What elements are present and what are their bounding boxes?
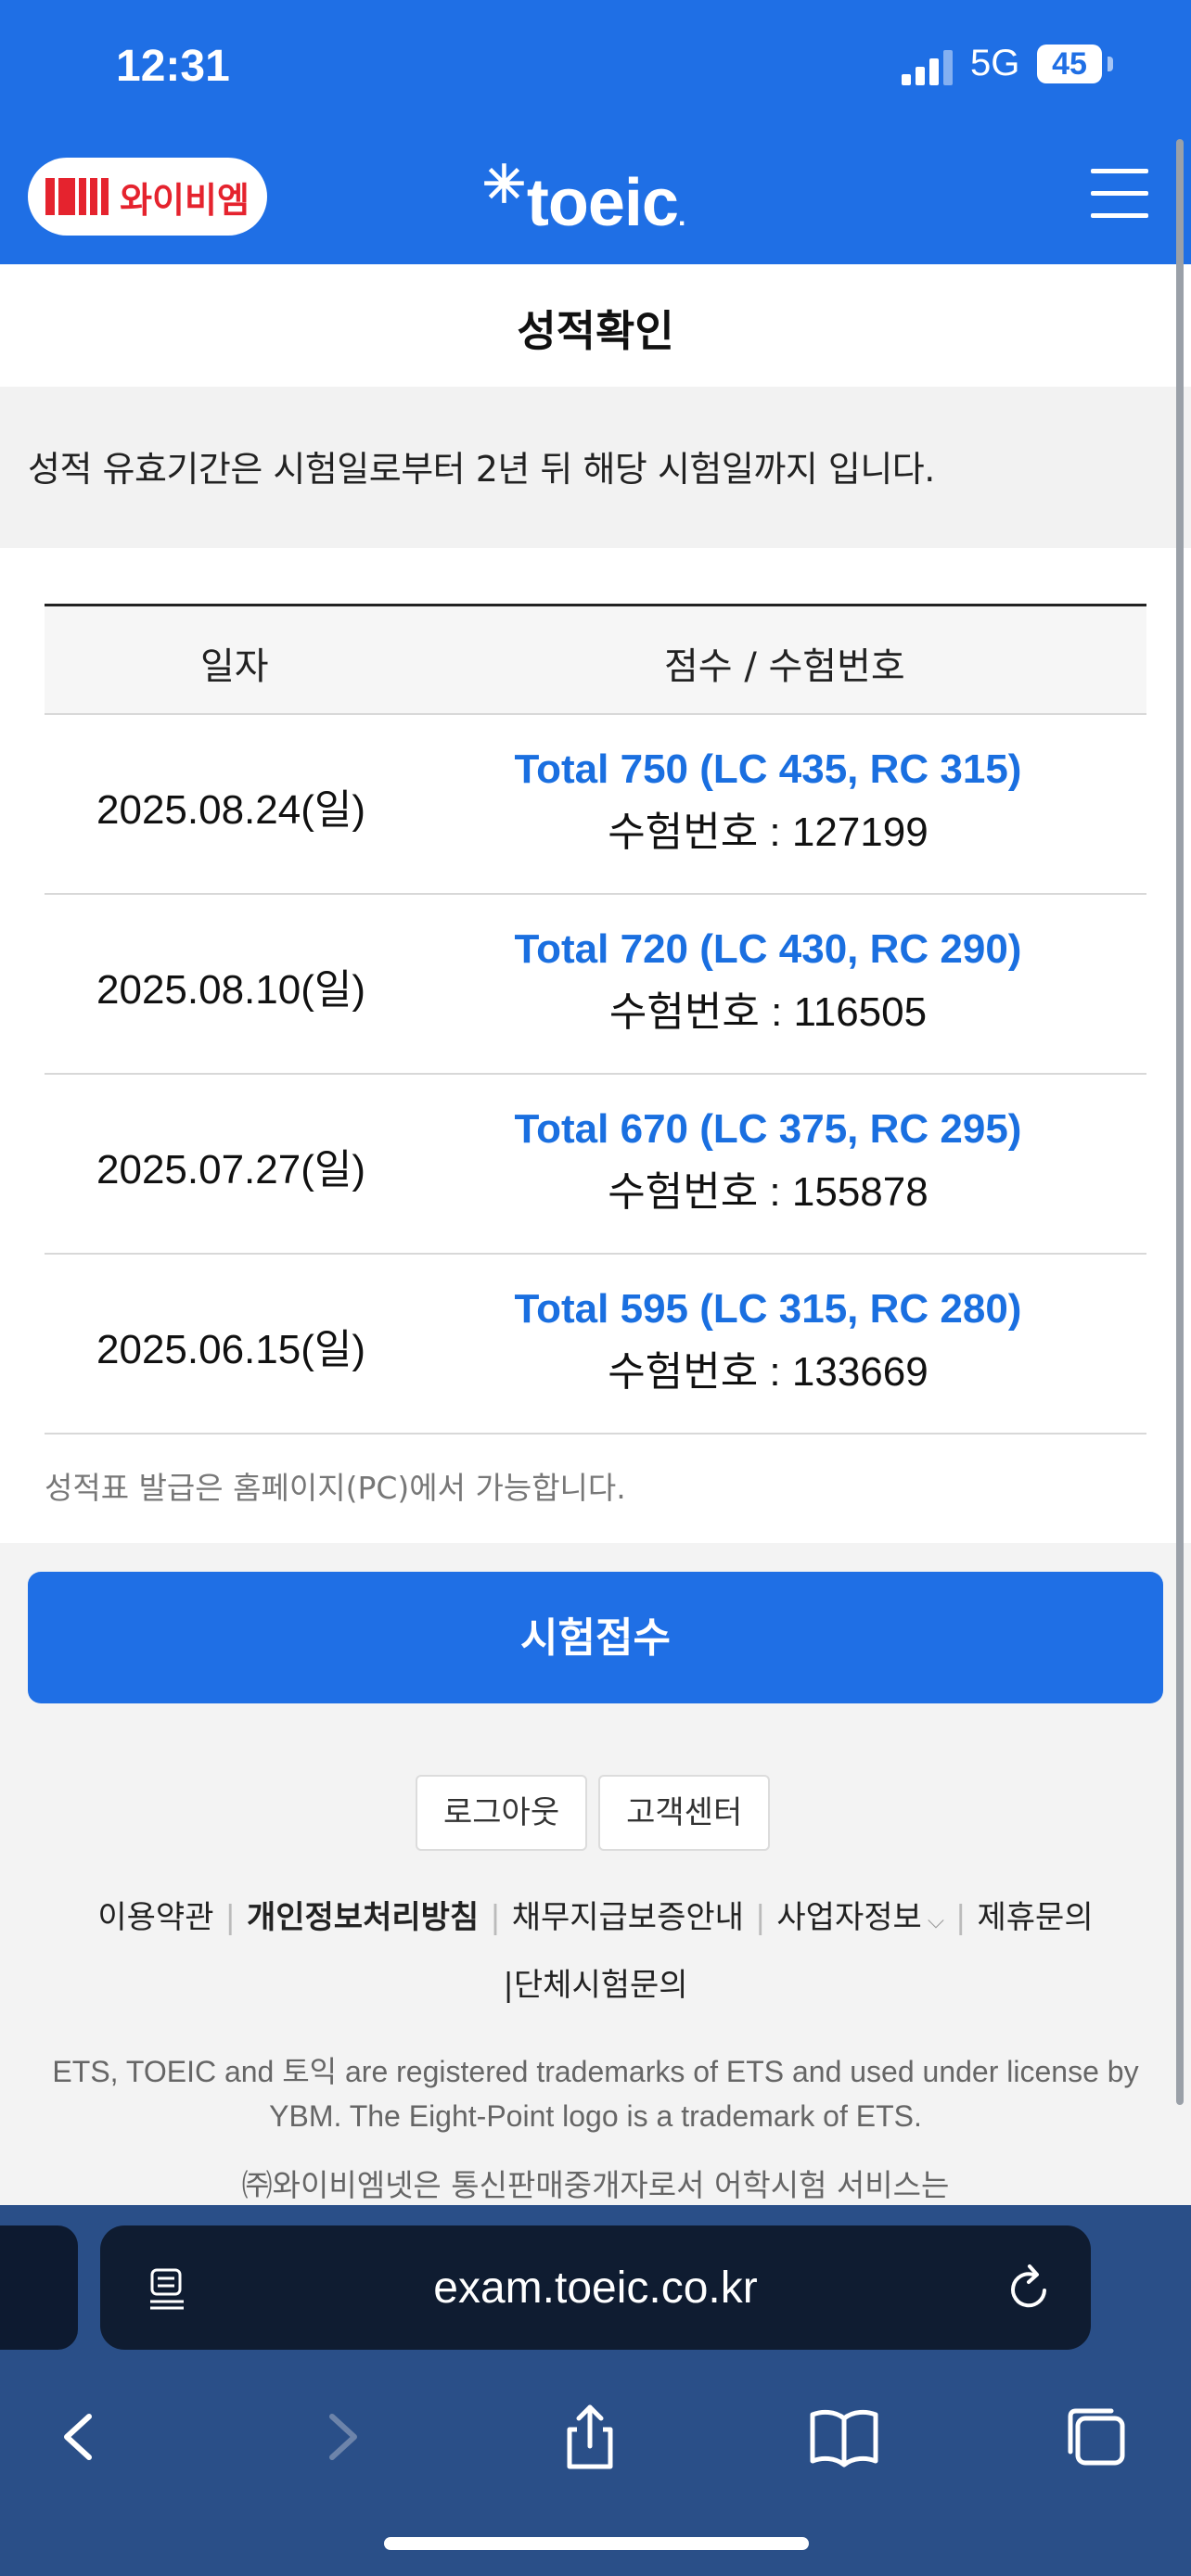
- url-text: exam.toeic.co.kr: [433, 2264, 758, 2313]
- total-score-link[interactable]: Total 595 (LC 315, RC 280): [480, 1286, 1056, 1333]
- logout-button[interactable]: 로그아웃: [416, 1775, 588, 1851]
- page-title: 성적확인: [517, 306, 674, 356]
- chevron-down-icon: ⌵: [927, 1907, 945, 1933]
- registered-mark: .: [677, 201, 685, 232]
- status-bar: 12:31 5G 45: [0, 0, 1191, 148]
- forward-icon[interactable]: [302, 2400, 377, 2474]
- back-icon[interactable]: [45, 2400, 119, 2474]
- footer-link-terms[interactable]: 이용약관: [97, 1899, 213, 1936]
- total-score-link[interactable]: Total 670 (LC 375, RC 295): [480, 1106, 1056, 1153]
- signal-icon: [902, 50, 953, 85]
- table-row: 2025.07.27(일) Total 670 (LC 375, RC 295)…: [45, 1075, 1146, 1255]
- exam-date: 2025.07.27(일): [96, 1147, 365, 1192]
- battery-tip: [1108, 57, 1113, 71]
- exam-apply-button[interactable]: 시험접수: [28, 1572, 1163, 1703]
- company-notice: ㈜와이비엠넷은 통신판매중개자로서 어학시험 서비스는: [241, 2167, 950, 2203]
- ybm-logo[interactable]: 와이비엠: [28, 158, 267, 236]
- share-icon[interactable]: [553, 2400, 627, 2474]
- ybm-mark-icon: [45, 178, 110, 215]
- registration-number: 수험번호 : 155878: [608, 1169, 928, 1215]
- page-title-bar: 성적확인: [0, 264, 1191, 387]
- exam-date: 2025.08.10(일): [96, 967, 365, 1013]
- network-label: 5G: [970, 43, 1020, 83]
- table-header: 일자 점수 / 수험번호: [45, 606, 1146, 715]
- table-row: 2025.08.10(일) Total 720 (LC 430, RC 290)…: [45, 895, 1146, 1075]
- customer-center-button[interactable]: 고객센터: [598, 1775, 771, 1851]
- eight-point-star-icon: ✳: [482, 155, 526, 213]
- total-score-link[interactable]: Total 720 (LC 430, RC 290): [480, 926, 1056, 973]
- bookmarks-icon[interactable]: [807, 2400, 881, 2474]
- registration-number: 수험번호 : 116505: [608, 989, 928, 1035]
- ybm-brand-text: 와이비엠: [120, 179, 250, 221]
- validity-notice-text: 성적 유효기간은 시험일로부터 2년 뒤 해당 시험일까지 입니다.: [28, 449, 935, 490]
- table-row: 2025.08.24(일) Total 750 (LC 435, RC 315)…: [45, 715, 1146, 895]
- registration-number: 수험번호 : 127199: [608, 810, 928, 855]
- exam-date: 2025.08.24(일): [96, 787, 365, 833]
- validity-notice: 성적 유효기간은 시험일로부터 2년 뒤 해당 시험일까지 입니다.: [0, 387, 1191, 548]
- hamburger-menu-icon[interactable]: [1091, 169, 1148, 219]
- browser-toolbar: exam.toeic.co.kr: [0, 2205, 1191, 2576]
- address-bar[interactable]: exam.toeic.co.kr: [100, 2225, 1091, 2350]
- scrollbar[interactable]: [1176, 139, 1184, 2105]
- toeic-logo[interactable]: ✳toeic.: [482, 154, 685, 241]
- column-header-date: 일자: [200, 645, 269, 688]
- score-card: 일자 점수 / 수험번호 2025.08.24(일) Total 750 (LC…: [0, 548, 1191, 1543]
- footer-link-privacy[interactable]: 개인정보처리방침: [247, 1899, 479, 1936]
- trademark-notice: ETS, TOEIC and 토익 are registered tradema…: [52, 2055, 1139, 2133]
- site-header: 와이비엠 ✳toeic.: [0, 148, 1191, 264]
- footer-link-group-exam[interactable]: 단체시험문의: [514, 1967, 688, 2004]
- previous-tab-preview[interactable]: [0, 2225, 78, 2350]
- score-cell: Total 750 (LC 435, RC 315) 수험번호 : 127199: [480, 746, 1056, 858]
- divider: |: [503, 1967, 514, 2004]
- footer-link-partnership[interactable]: 제휴문의: [977, 1899, 1093, 1936]
- exam-date: 2025.06.15(일): [96, 1327, 365, 1372]
- account-buttons: 로그아웃 고객센터: [416, 1775, 771, 1851]
- divider: |: [754, 1899, 766, 1936]
- score-cell: Total 670 (LC 375, RC 295) 수험번호 : 155878: [480, 1106, 1056, 1218]
- divider: |: [224, 1899, 236, 1936]
- footer-link-business-info[interactable]: 사업자정보: [776, 1899, 921, 1936]
- divider: |: [490, 1899, 501, 1936]
- score-cell: Total 720 (LC 430, RC 290) 수험번호 : 116505: [480, 926, 1056, 1038]
- reload-icon[interactable]: [1005, 2263, 1054, 2315]
- status-time: 12:31: [116, 42, 230, 91]
- score-table: 일자 점수 / 수험번호 2025.08.24(일) Total 750 (LC…: [45, 604, 1146, 1435]
- footer-link-guarantee[interactable]: 채무지급보증안내: [512, 1899, 744, 1936]
- column-header-score: 점수 / 수험번호: [664, 645, 905, 688]
- home-indicator[interactable]: [384, 2537, 809, 2550]
- table-row: 2025.06.15(일) Total 595 (LC 315, RC 280)…: [45, 1255, 1146, 1435]
- score-cell: Total 595 (LC 315, RC 280) 수험번호 : 133669: [480, 1286, 1056, 1397]
- toeic-brand-text: toeic: [526, 166, 679, 240]
- browser-nav-row: [0, 2391, 1191, 2483]
- divider: |: [955, 1899, 967, 1936]
- battery-icon: 45: [1037, 45, 1102, 83]
- total-score-link[interactable]: Total 750 (LC 435, RC 315): [480, 746, 1056, 793]
- score-report-footnote: 성적표 발급은 홈페이지(PC)에서 가능합니다.: [45, 1470, 626, 1506]
- tabs-icon[interactable]: [1059, 2400, 1133, 2474]
- footer-links: 이용약관 | 개인정보처리방침 | 채무지급보증안내 | 사업자정보 ⌵ | 제휴문의: [0, 1892, 1191, 1937]
- footer-links-row2: |단체시험문의: [0, 1959, 1191, 2005]
- registration-number: 수험번호 : 133669: [608, 1349, 928, 1395]
